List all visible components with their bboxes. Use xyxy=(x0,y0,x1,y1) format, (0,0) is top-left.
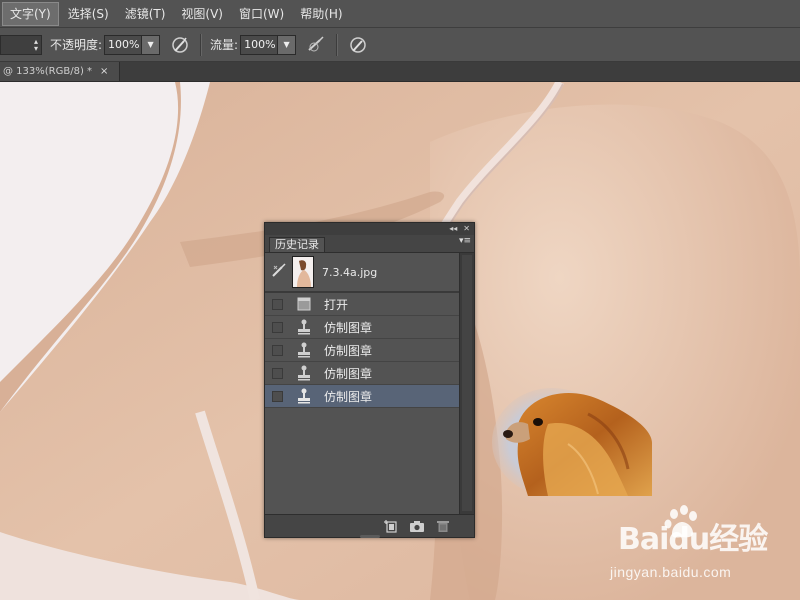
menu-help[interactable]: 帮助(H) xyxy=(293,3,349,25)
trash-icon[interactable] xyxy=(432,517,454,535)
clone-stamp-icon xyxy=(296,319,312,335)
watermark-brand: Baidu经验 xyxy=(618,522,768,557)
clone-stamp-icon xyxy=(296,342,312,358)
separator xyxy=(200,33,203,56)
chevron-down-icon[interactable]: ▼ xyxy=(141,35,160,54)
flow-label: 流量: xyxy=(210,38,239,52)
history-scrollbar[interactable] xyxy=(459,253,474,515)
airbrush-icon[interactable] xyxy=(304,33,328,57)
menu-select[interactable]: 选择(S) xyxy=(61,3,116,25)
chevron-down-icon[interactable]: ▼ xyxy=(277,35,296,54)
panel-resize-grip[interactable] xyxy=(360,535,380,538)
stepper-arrows-icon: ▴ ▾ xyxy=(33,36,38,53)
menu-window[interactable]: 窗口(W) xyxy=(232,3,291,25)
history-item-clone-stamp[interactable]: 仿制图章 xyxy=(265,362,460,385)
source-checkbox[interactable] xyxy=(272,344,283,356)
brush-preset-picker[interactable]: ▴ ▾ xyxy=(0,34,42,55)
history-snapshot[interactable]: 7.3.4a.jpg xyxy=(265,253,460,293)
history-item-label: 仿制图章 xyxy=(324,320,373,335)
flow-value[interactable]: 100% xyxy=(241,38,277,51)
panel-title-strip: ◂◂ ✕ xyxy=(265,223,474,235)
history-item-clone-stamp-selected[interactable]: 仿制图章 xyxy=(265,385,460,408)
history-item-clone-stamp[interactable]: 仿制图章 xyxy=(265,316,460,339)
history-item-label: 仿制图章 xyxy=(324,366,373,381)
separator xyxy=(336,33,339,56)
history-item-label: 仿制图章 xyxy=(324,343,373,358)
menu-bar: 文字(Y) 选择(S) 滤镜(T) 视图(V) 窗口(W) 帮助(H) xyxy=(0,0,800,28)
options-bar: ▴ ▾ 不透明度: 100% ▼ 流量: 100% ▼ xyxy=(0,28,800,62)
cloned-dog-image xyxy=(492,388,653,496)
panel-tabs: 历史记录 ▾≡ xyxy=(265,235,474,253)
snapshot-thumbnail xyxy=(292,256,314,288)
close-panel-icon[interactable]: ✕ xyxy=(463,224,470,234)
history-item-open[interactable]: 打开 xyxy=(265,293,460,316)
source-checkbox[interactable] xyxy=(272,367,283,379)
history-item-clone-stamp[interactable]: 仿制图章 xyxy=(265,339,460,362)
scrollbar-thumb[interactable] xyxy=(462,255,472,511)
baidu-watermark: Baidu经验 jingyan.baidu.com xyxy=(600,505,800,592)
source-checkbox[interactable] xyxy=(272,321,283,333)
history-list: 7.3.4a.jpg 打开 仿制图章 仿制图章 仿制图章 仿制图章 xyxy=(265,253,460,537)
pressure-opacity-icon[interactable] xyxy=(168,33,192,57)
panel-menu-icon[interactable]: ▾≡ xyxy=(459,236,471,246)
tab-history[interactable]: 历史记录 xyxy=(269,237,325,252)
open-document-icon xyxy=(296,296,312,312)
history-item-label: 打开 xyxy=(324,297,349,312)
flow-field[interactable]: 100% ▼ xyxy=(240,34,297,55)
panel-footer xyxy=(265,514,474,538)
history-item-label: 仿制图章 xyxy=(324,389,373,404)
source-checkbox[interactable] xyxy=(272,390,283,402)
collapse-panel-icon[interactable]: ◂◂ xyxy=(449,224,457,234)
snapshot-name: 7.3.4a.jpg xyxy=(322,265,378,279)
close-icon[interactable]: × xyxy=(100,66,108,77)
watermark-url: jingyan.baidu.com xyxy=(610,564,732,580)
pressure-size-icon[interactable] xyxy=(346,33,370,57)
clone-stamp-icon xyxy=(296,388,312,404)
menu-view[interactable]: 视图(V) xyxy=(174,3,230,25)
new-document-from-state-icon[interactable] xyxy=(380,517,402,535)
opacity-label: 不透明度: xyxy=(50,38,103,52)
menu-filter[interactable]: 滤镜(T) xyxy=(118,3,173,25)
history-brush-source-icon[interactable] xyxy=(271,262,289,282)
history-panel[interactable]: ◂◂ ✕ 历史记录 ▾≡ 7.3.4a.jpg 打开 仿制图章 仿制图章 仿制图… xyxy=(264,222,475,538)
opacity-field[interactable]: 100% ▼ xyxy=(104,34,161,55)
menu-type[interactable]: 文字(Y) xyxy=(2,1,59,26)
source-checkbox[interactable] xyxy=(272,298,283,310)
document-title: @ 133%(RGB/8) * xyxy=(3,66,93,77)
camera-snapshot-icon[interactable] xyxy=(406,517,428,535)
image-canvas[interactable]: ◂◂ ✕ 历史记录 ▾≡ 7.3.4a.jpg 打开 仿制图章 仿制图章 仿制图… xyxy=(0,82,800,600)
clone-stamp-icon xyxy=(296,365,312,381)
document-tab-bar: @ 133%(RGB/8) * × xyxy=(0,62,800,82)
document-tab[interactable]: @ 133%(RGB/8) * × xyxy=(0,62,120,81)
opacity-value[interactable]: 100% xyxy=(105,38,141,51)
